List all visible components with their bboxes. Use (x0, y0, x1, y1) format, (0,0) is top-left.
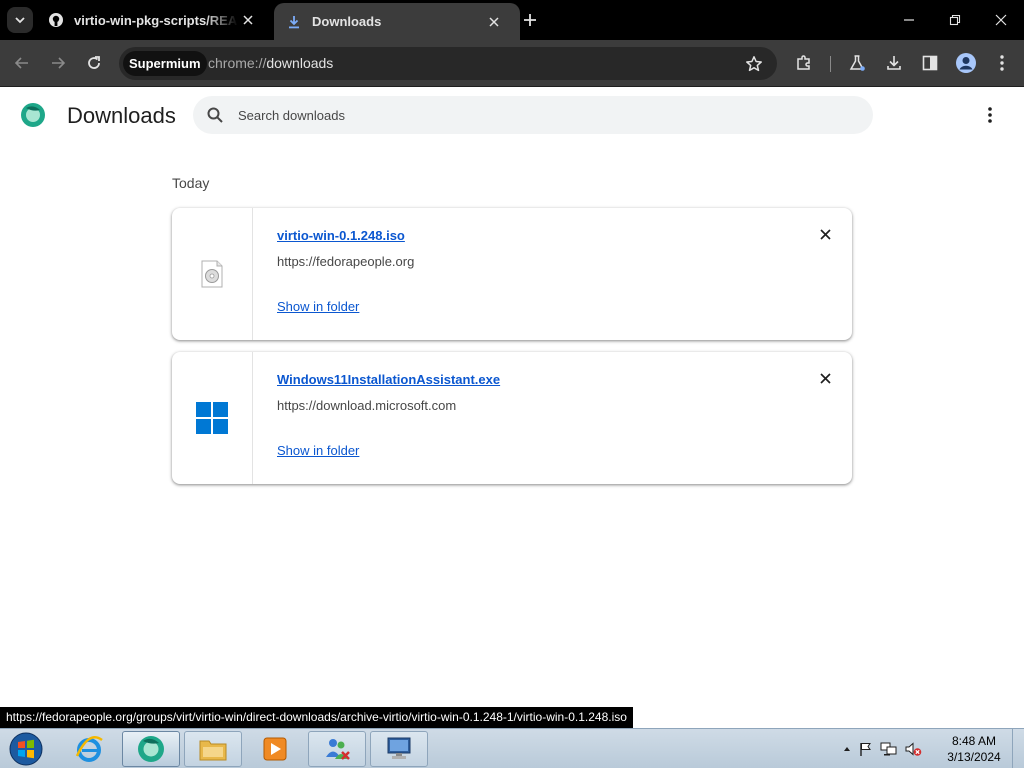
file-name-link[interactable]: Windows11InstallationAssistant.exe (277, 372, 500, 387)
downloads-button[interactable] (880, 49, 908, 77)
close-icon (995, 14, 1007, 26)
remove-download-button[interactable] (816, 369, 834, 387)
windows-start-orb-icon (9, 732, 43, 766)
clock-time: 8:48 AM (951, 734, 997, 748)
github-icon (48, 12, 64, 28)
url-scheme: chrome:// (208, 55, 267, 71)
search-icon (207, 107, 223, 123)
computer-icon (387, 737, 411, 759)
plus-icon (524, 14, 536, 26)
browser-menu-button[interactable] (988, 49, 1016, 77)
taskbar-supermium[interactable] (122, 731, 180, 767)
internet-explorer-icon (75, 736, 103, 762)
taskbar-media-player[interactable] (246, 731, 304, 767)
labs-button[interactable] (843, 49, 871, 77)
search-input[interactable] (238, 96, 838, 134)
remove-download-button[interactable] (816, 225, 834, 243)
close-icon (489, 16, 499, 27)
supermium-logo-icon (21, 103, 45, 127)
tab-title: Downloads (312, 14, 382, 29)
tab-downloads[interactable]: Downloads (274, 3, 520, 40)
taskbar-remote-desktop[interactable] (370, 731, 428, 767)
show-hidden-icons-icon[interactable] (842, 744, 852, 754)
folder-icon (199, 740, 227, 761)
more-actions-button[interactable] (977, 102, 1003, 128)
toolbar-separator (830, 56, 831, 72)
taskbar-internet-explorer[interactable] (60, 731, 118, 767)
users-network-icon (326, 739, 350, 760)
more-vert-icon (1000, 55, 1004, 71)
tab-title: virtio-win-pkg-scripts/README.m (74, 12, 238, 28)
taskbar: 8:48 AM 3/13/2024 (0, 728, 1024, 768)
close-icon (243, 15, 253, 25)
side-panel-button[interactable] (916, 49, 944, 77)
reload-button[interactable] (80, 49, 108, 77)
minimize-icon (904, 19, 914, 21)
show-desktop-button[interactable] (1012, 729, 1024, 768)
arrow-left-icon (14, 57, 28, 69)
close-icon (819, 228, 831, 240)
taskbar-network-users[interactable] (308, 731, 366, 767)
taskbar-file-explorer[interactable] (184, 731, 242, 767)
search-box[interactable] (193, 96, 873, 134)
star-icon (746, 56, 762, 72)
media-player-icon (263, 737, 287, 761)
close-tab-button[interactable] (484, 12, 504, 32)
file-name-link[interactable]: virtio-win-0.1.248.iso (277, 228, 405, 243)
bookmark-button[interactable] (743, 53, 765, 75)
flask-icon (849, 55, 865, 71)
reload-icon (88, 56, 100, 69)
volume-muted-icon[interactable] (904, 741, 922, 757)
url-text[interactable]: chrome://downloads (208, 55, 333, 71)
windows-logo-icon (196, 402, 228, 434)
file-icon-column (172, 208, 253, 340)
supermium-icon (138, 736, 164, 762)
download-item: virtio-win-0.1.248.iso https://fedorapeo… (172, 208, 852, 340)
extensions-button[interactable] (790, 49, 818, 77)
title-bar: virtio-win-pkg-scripts/README.m Download… (0, 0, 1024, 40)
browser-toolbar: Supermium chrome://downloads (0, 40, 1024, 87)
restore-button[interactable] (932, 0, 978, 40)
show-in-folder-link[interactable]: Show in folder (277, 443, 359, 458)
page-title: Downloads (67, 103, 176, 128)
taskbar-clock[interactable]: 8:48 AM 3/13/2024 (942, 733, 1006, 765)
back-button[interactable] (8, 49, 36, 77)
link-status-bubble: https://fedorapeople.org/groups/virt/vir… (0, 707, 633, 728)
downloads-header: Downloads (0, 88, 1024, 144)
file-source-url: https://download.microsoft.com (277, 398, 457, 413)
network-icon[interactable] (880, 741, 898, 757)
minimize-button[interactable] (886, 0, 932, 40)
tab-readme[interactable]: virtio-win-pkg-scripts/README.m (38, 0, 274, 40)
close-icon (819, 372, 831, 384)
show-in-folder-link[interactable]: Show in folder (277, 299, 359, 314)
date-section-label: Today (172, 175, 210, 191)
more-vert-icon (988, 107, 992, 123)
clock-date: 3/13/2024 (947, 750, 1001, 764)
arrow-right-icon (52, 57, 66, 69)
download-icon (887, 56, 901, 70)
disc-image-icon (201, 260, 223, 288)
url-path: downloads (266, 55, 334, 71)
system-tray (842, 729, 922, 768)
tab-search-button[interactable] (7, 7, 33, 33)
download-item: Windows11InstallationAssistant.exe https… (172, 352, 852, 484)
close-window-button[interactable] (978, 0, 1024, 40)
new-tab-button[interactable] (520, 10, 540, 30)
side-panel-icon (922, 55, 938, 71)
profile-button[interactable] (952, 49, 980, 77)
chevron-down-icon (15, 17, 25, 24)
site-chip[interactable]: Supermium (123, 51, 207, 76)
address-bar[interactable]: Supermium chrome://downloads (119, 47, 777, 80)
close-tab-button[interactable] (238, 10, 258, 30)
file-icon-column (172, 352, 253, 484)
download-icon (286, 14, 302, 30)
puzzle-icon (797, 55, 810, 70)
forward-button[interactable] (44, 49, 72, 77)
start-button[interactable] (4, 730, 48, 768)
avatar-icon (956, 53, 976, 73)
action-center-flag-icon[interactable] (858, 741, 874, 757)
restore-icon (949, 14, 961, 26)
file-source-url: https://fedorapeople.org (277, 254, 415, 269)
